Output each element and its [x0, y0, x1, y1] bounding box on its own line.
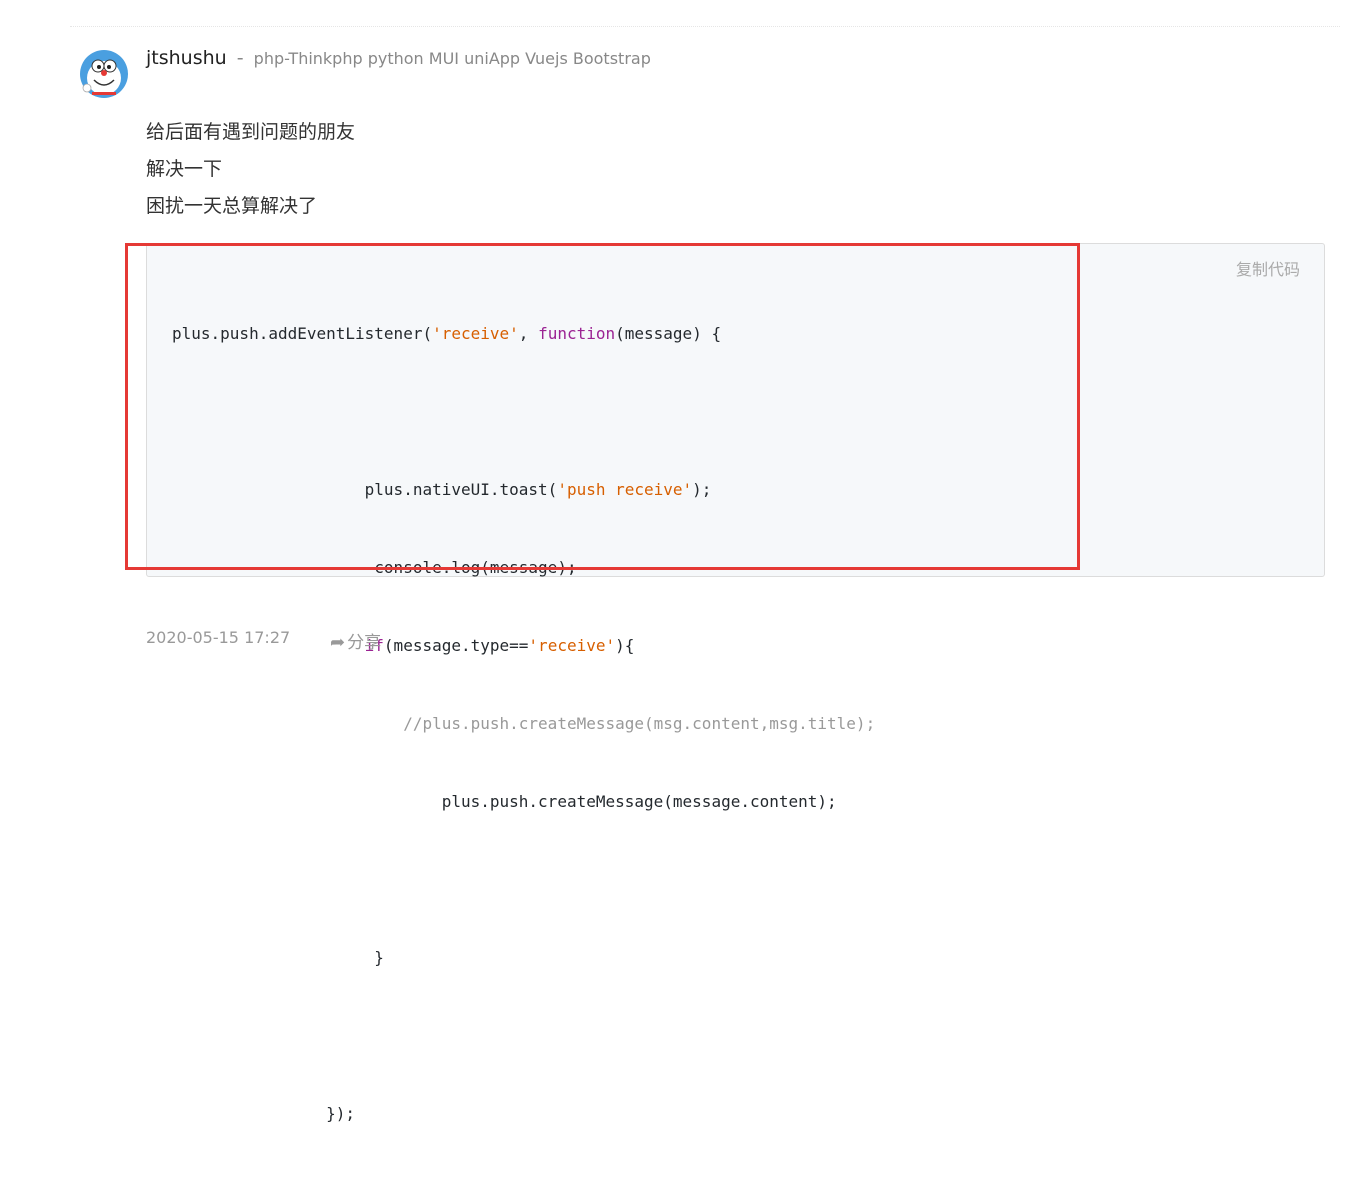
share-arrow-icon: ➦	[330, 632, 346, 653]
post-line: 解决一下	[146, 158, 223, 180]
author-separator: -	[236, 47, 244, 69]
post-line: 给后面有遇到问题的朋友	[146, 121, 356, 143]
author-line: jtshushu - php-Thinkphp python MUI uniAp…	[146, 47, 651, 69]
top-divider	[70, 26, 1340, 27]
author-name[interactable]: jtshushu	[146, 47, 227, 69]
code-line: }	[172, 948, 384, 967]
code-line-comment: //plus.push.createMessage(msg.content,ms…	[172, 714, 876, 733]
author-bio: php-Thinkphp python MUI uniApp Vuejs Boo…	[253, 49, 651, 68]
share-label: 分享	[347, 633, 382, 653]
code-content: plus.push.addEventListener('receive', fu…	[172, 269, 875, 1179]
share-button[interactable]: ➦ 分享	[330, 628, 381, 653]
code-line: plus.push.addEventListener('receive', fu…	[172, 324, 722, 343]
code-line: plus.nativeUI.toast('push receive');	[172, 480, 712, 499]
code-line: });	[172, 1104, 356, 1123]
avatar[interactable]	[78, 48, 130, 100]
post-line: 困扰一天总算解决了	[146, 195, 318, 217]
code-line: console.log(message);	[172, 558, 577, 577]
code-block: 复制代码 plus.push.addEventListener('receive…	[146, 243, 1325, 1123]
post-body: 给后面有遇到问题的朋友 解决一下 困扰一天总算解决了	[146, 114, 355, 225]
copy-code-button[interactable]: 复制代码	[1236, 256, 1300, 280]
post-timestamp: 2020-05-15 17:27	[146, 628, 291, 647]
code-line: plus.push.createMessage(message.content)…	[172, 792, 837, 811]
